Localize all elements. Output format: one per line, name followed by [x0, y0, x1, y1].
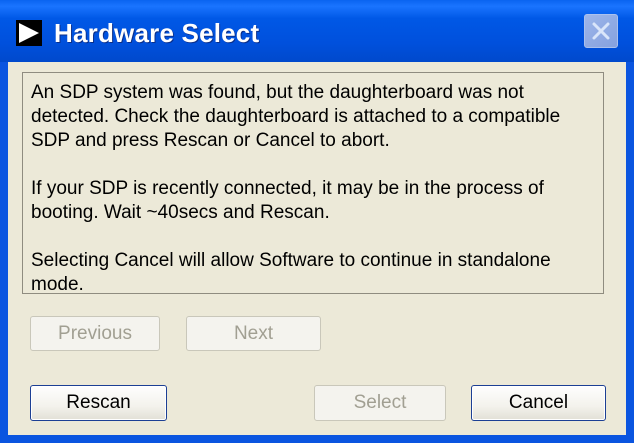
previous-button[interactable]: Previous	[30, 316, 160, 351]
title-bar[interactable]: Hardware Select	[0, 0, 634, 62]
message-paragraph: An SDP system was found, but the daughte…	[31, 82, 561, 151]
message-paragraph: Selecting Cancel will allow Software to …	[31, 250, 551, 294]
select-button[interactable]: Select	[314, 385, 446, 421]
message-text-area[interactable]: An SDP system was found, but the daughte…	[22, 72, 604, 294]
cancel-button[interactable]: Cancel	[471, 385, 606, 421]
next-button[interactable]: Next	[186, 316, 321, 351]
dialog-body: An SDP system was found, but the daughte…	[8, 62, 626, 435]
window-title: Hardware Select	[54, 18, 260, 48]
close-button[interactable]	[584, 14, 618, 48]
close-icon	[592, 22, 610, 40]
rescan-button[interactable]: Rescan	[30, 385, 167, 421]
app-play-icon	[16, 20, 42, 46]
message-paragraph: If your SDP is recently connected, it ma…	[31, 178, 544, 223]
hardware-select-window: Hardware Select An SDP system was found,…	[0, 0, 634, 443]
